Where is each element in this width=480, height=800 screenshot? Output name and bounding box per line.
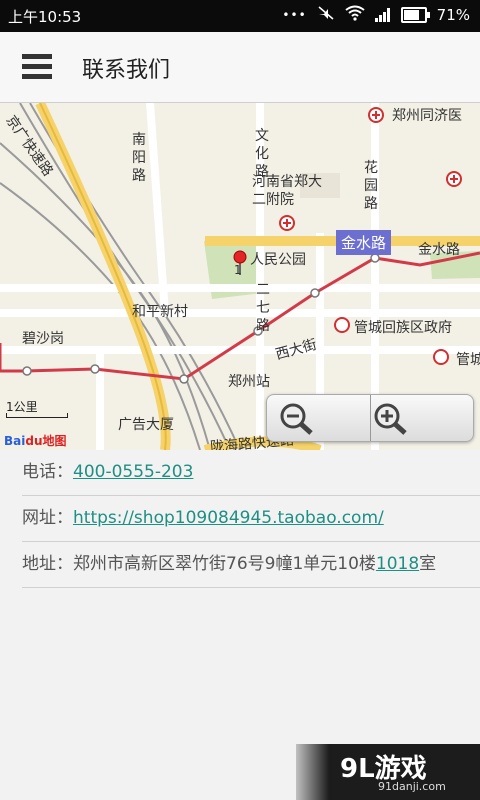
wifi-icon: [345, 5, 365, 25]
menu-icon[interactable]: [22, 54, 52, 80]
map-label: 二七路: [256, 282, 270, 334]
watermark: 9L游戏 91danji.com: [296, 744, 480, 800]
mute-icon: [317, 5, 335, 25]
map-pin-number: 1: [234, 263, 242, 277]
zoom-in-icon: [374, 403, 407, 435]
map-label: 碧沙岗: [22, 331, 64, 347]
status-time: 上午10:53: [8, 8, 82, 26]
address-row: 地址：郑州市高新区翠竹街76号9幢1单元10楼1018室: [22, 542, 480, 588]
address-label: 地址：: [22, 554, 73, 574]
address-room-link[interactable]: 1018: [376, 554, 419, 574]
map-label: 人民公园: [250, 252, 306, 268]
map-label: 郑州同济医: [392, 108, 462, 124]
phone-link[interactable]: 400-0555-203: [73, 462, 193, 482]
map-label: 管城回族区政府: [354, 320, 452, 336]
address-suffix: 室: [419, 554, 437, 574]
zoom-in-button[interactable]: [370, 395, 473, 441]
map-label: 和平新村: [132, 304, 188, 320]
map-label: 郑州站: [228, 374, 270, 390]
baidu-logo-text-2: du地图: [25, 434, 67, 448]
map-scale-bar: [6, 413, 68, 418]
app-bar: 联系我们: [0, 32, 480, 103]
zoom-controls: [266, 394, 474, 442]
zoom-out-icon: [280, 403, 313, 435]
notification-dots-icon: •••: [282, 8, 307, 22]
signal-icon: [374, 8, 391, 22]
website-link[interactable]: https://shop109084945.taobao.com/: [73, 508, 384, 528]
address-text: 郑州市高新区翠竹街76号9幢1单元10楼: [73, 554, 376, 574]
watermark-url: 91danji.com: [378, 780, 446, 793]
status-icons: ••• 71%: [282, 5, 470, 25]
website-label: 网址：: [22, 508, 73, 528]
map-label: 花园路: [364, 160, 378, 212]
battery-icon: [400, 7, 430, 23]
website-row: 网址：https://shop109084945.taobao.com/: [22, 496, 480, 542]
page-title: 联系我们: [82, 58, 171, 83]
battery-percent: 71%: [436, 6, 470, 24]
road-tag: 金水路: [336, 230, 392, 255]
map-label: 广告大厦: [118, 417, 174, 433]
status-bar: 上午10:53 ••• 71%: [0, 0, 480, 32]
baidu-map-logo: Baidu地图: [4, 432, 67, 449]
baidu-logo-text: Bai: [4, 434, 26, 448]
phone-row: 电话：400-0555-203: [22, 450, 480, 496]
map-label: 金水路: [418, 242, 460, 258]
map-label: 管城: [456, 352, 480, 368]
map-label: 南阳路: [132, 132, 146, 184]
map-label: 河南省郑大二附院: [252, 174, 322, 208]
map-view[interactable]: 郑州同济医 文化路 南阳路 京广快速路 河南省郑大二附院 花园路 金水路 金水路…: [0, 103, 480, 450]
phone-label: 电话：: [22, 462, 73, 482]
zoom-out-button[interactable]: [267, 395, 369, 441]
